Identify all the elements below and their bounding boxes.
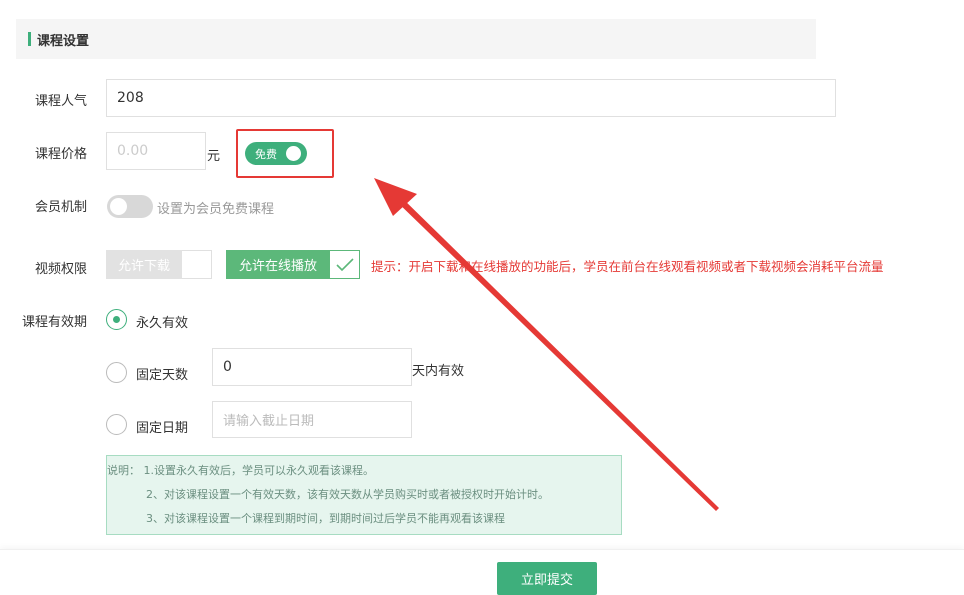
validity-note: 说明： 1.设置永久有效后，学员可以永久观看该课程。 2、对该课程设置一个有效天…	[106, 455, 622, 535]
allow-online-play-button[interactable]: 允许在线播放	[226, 250, 330, 279]
course-settings-page: 课程设置 课程人气 208 课程价格 0.00 元 免费 会员机制 设置为会员免…	[0, 0, 964, 595]
fixed-date-placeholder: 请输入截止日期	[223, 414, 315, 429]
fixed-days-value: 0	[223, 359, 232, 375]
fixed-date-input[interactable]: 请输入截止日期	[212, 401, 412, 438]
section-header: 课程设置	[16, 19, 816, 59]
popularity-value: 208	[117, 90, 144, 106]
radio-permanent-label: 永久有效	[136, 316, 189, 331]
price-input[interactable]: 0.00	[106, 132, 206, 170]
popularity-label: 课程人气	[35, 94, 88, 109]
note-line-3: 3、对该课程设置一个课程到期时间，到期时间过后学员不能再观看该课程	[146, 512, 505, 525]
submit-button[interactable]: 立即提交	[497, 562, 597, 595]
radio-fixed-days[interactable]	[106, 362, 127, 383]
fixed-days-suffix: 天内有效	[412, 364, 465, 379]
allow-download-button[interactable]: 允许下载	[106, 250, 182, 279]
popularity-input[interactable]: 208	[106, 79, 836, 117]
radio-fixed-days-label: 固定天数	[136, 368, 189, 383]
radio-fixed-date-label: 固定日期	[136, 421, 189, 436]
membership-hint: 设置为会员免费课程	[157, 202, 275, 217]
radio-permanent[interactable]	[106, 309, 127, 330]
membership-label: 会员机制	[35, 200, 88, 215]
validity-label: 课程有效期	[22, 315, 88, 330]
note-line-1: 说明： 1.设置永久有效后，学员可以永久观看该课程。	[107, 464, 374, 477]
fixed-days-input[interactable]: 0	[212, 348, 412, 386]
footer-bar	[0, 549, 964, 595]
toggle-knob	[110, 198, 127, 215]
video-tip: 提示：开启下载和在线播放的功能后，学员在前台在线观看视频或者下载视频会消耗平台流…	[371, 259, 884, 274]
toggle-knob	[286, 146, 301, 161]
radio-fixed-date[interactable]	[106, 414, 127, 435]
free-toggle[interactable]: 免费	[245, 142, 307, 165]
note-line-2: 2、对该课程设置一个有效天数，该有效天数从学员购买时或者被授权时开始计时。	[146, 488, 549, 501]
video-permission-label: 视频权限	[35, 262, 88, 277]
allow-online-play-checkbox[interactable]	[330, 250, 360, 279]
section-title: 课程设置	[37, 33, 90, 49]
section-accent-bar	[28, 32, 31, 46]
free-toggle-label: 免费	[255, 147, 277, 161]
price-label: 课程价格	[35, 147, 88, 162]
check-icon	[335, 257, 354, 271]
price-unit: 元	[207, 149, 221, 164]
price-placeholder: 0.00	[117, 143, 149, 159]
allow-download-checkbox[interactable]	[182, 250, 212, 279]
membership-toggle[interactable]	[107, 195, 153, 218]
